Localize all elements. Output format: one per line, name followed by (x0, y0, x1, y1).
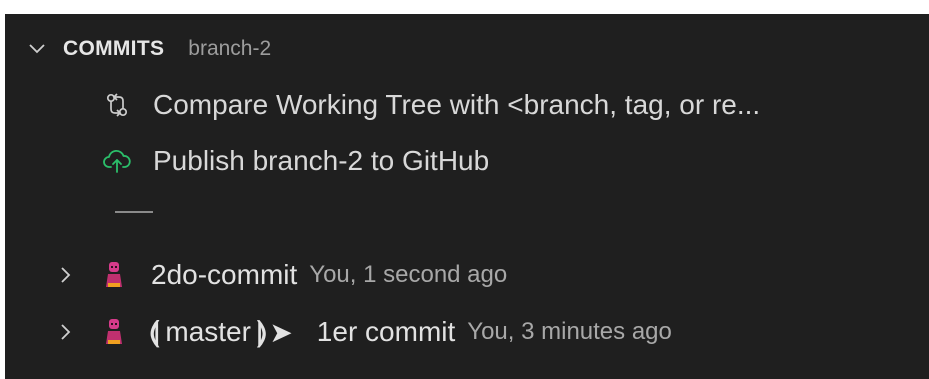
separator (5, 192, 929, 232)
commit-item[interactable]: ⟬ master ⟭ ➤ 1er commit You, 3 minutes a… (5, 311, 929, 353)
compare-changes-icon (101, 89, 133, 121)
ref-name: master (165, 316, 251, 347)
compare-working-tree-action[interactable]: Compare Working Tree with <branch, tag, … (5, 84, 929, 126)
publish-branch-action[interactable]: Publish branch-2 to GitHub (5, 140, 929, 182)
ref-open-bracket: ⟬ (149, 315, 160, 347)
cloud-upload-icon (101, 145, 133, 177)
chevron-right-icon[interactable] (53, 263, 77, 287)
scm-commits-view: COMMITS branch-2 Compare Working Tree wi… (5, 14, 929, 379)
publish-action-label: Publish branch-2 to GitHub (153, 145, 490, 176)
branch-ref-badge: ⟬ master ⟭ ➤ (149, 316, 293, 349)
commit-meta: You, 3 minutes ago (467, 318, 672, 345)
author-avatar-icon (103, 260, 125, 290)
ref-arrow-icon: ➤ (269, 316, 293, 348)
chevron-down-icon[interactable] (25, 37, 49, 61)
commit-message: 1er commit (316, 316, 456, 347)
section-description: branch-2 (188, 37, 272, 60)
commit-message: 2do-commit (151, 259, 298, 290)
commit-item[interactable]: 2do-commit You, 1 second ago (5, 254, 929, 296)
chevron-right-icon[interactable] (53, 320, 77, 344)
separator-line (115, 211, 153, 213)
ref-close-bracket: ⟭ (256, 315, 268, 347)
section-title: COMMITS (63, 37, 165, 60)
compare-action-label: Compare Working Tree with <branch, tag, … (153, 89, 761, 120)
commits-section-header[interactable]: COMMITS branch-2 (5, 31, 929, 67)
author-avatar-icon (103, 317, 125, 347)
commit-meta: You, 1 second ago (309, 261, 508, 288)
